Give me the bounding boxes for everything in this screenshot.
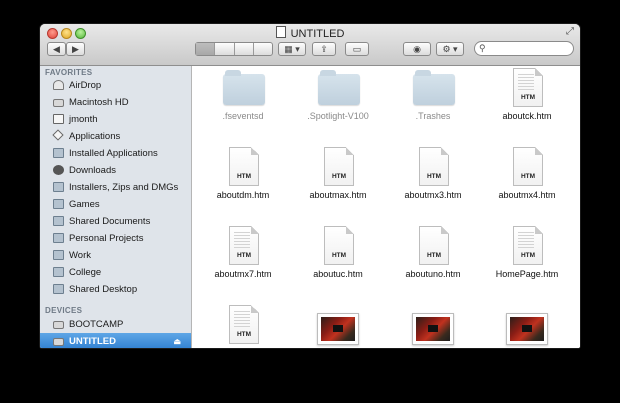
- sidebar-item-college[interactable]: College: [40, 264, 191, 281]
- sidebar-item-jmonth[interactable]: jmonth: [40, 111, 191, 128]
- htm-document-icon: HTM: [229, 226, 259, 265]
- sidebar-item-shared-desktop[interactable]: Shared Desktop: [40, 281, 191, 298]
- column-view-icon[interactable]: [233, 43, 253, 55]
- file-item[interactable]: HTM aboutmx7.htm: [196, 224, 290, 280]
- folder-icon: [53, 148, 64, 158]
- file-name: aboutuno.htm: [405, 269, 461, 279]
- quick-look-button[interactable]: ◉: [403, 42, 431, 56]
- search-icon: ⚲: [479, 43, 486, 53]
- file-item[interactable]: [480, 309, 574, 348]
- file-item[interactable]: HTM aboutmax.htm: [291, 145, 385, 201]
- folder-icon: [53, 182, 64, 192]
- sidebar-item-games[interactable]: Games: [40, 196, 191, 213]
- view-mode-segmented-control: [195, 42, 273, 56]
- sidebar-item-untitled[interactable]: UNTITLED ⏏: [40, 333, 191, 348]
- file-name: .fseventsd: [222, 111, 264, 121]
- share-button[interactable]: ⇪: [312, 42, 336, 56]
- image-thumbnail: [506, 313, 548, 345]
- list-view-icon[interactable]: [214, 43, 233, 55]
- htm-document-icon: HTM: [229, 147, 259, 186]
- sidebar-item-personal-projects[interactable]: Personal Projects: [40, 230, 191, 247]
- file-item[interactable]: [291, 309, 385, 348]
- image-thumbnail: [317, 313, 359, 345]
- htm-document-icon: HTM: [419, 147, 449, 186]
- file-name: aboutmax.htm: [309, 190, 367, 200]
- htm-document-icon: HTM: [513, 147, 543, 186]
- forward-button[interactable]: ▶: [66, 42, 85, 56]
- file-item[interactable]: .Spotlight-V100: [291, 66, 385, 122]
- folder-icon: [53, 267, 64, 277]
- htm-document-icon: HTM: [324, 147, 354, 186]
- file-icon-grid: .fseventsd .Spotlight-V100 .Trashes HTM …: [192, 66, 580, 348]
- file-name: aboutmx4.htm: [498, 190, 556, 200]
- devices-heading: DEVICES: [45, 306, 83, 315]
- applications-icon: [52, 129, 64, 141]
- back-button[interactable]: ◀: [47, 42, 66, 56]
- document-icon: [275, 26, 286, 38]
- window-title: UNTITLED: [290, 28, 345, 40]
- file-name: .Trashes: [415, 111, 451, 121]
- sidebar-item-work[interactable]: Work: [40, 247, 191, 264]
- sidebar-item-applications[interactable]: Applications: [40, 128, 191, 145]
- folder-icon: [53, 284, 64, 294]
- downloads-icon: [53, 165, 64, 175]
- folder-icon: [223, 70, 265, 105]
- title-bar: UNTITLED ⤢ ◀ ▶ ▦ ▾ ⇪ ▭ ◉ ⚙ ▾ ⚲: [40, 24, 580, 66]
- file-item[interactable]: HTM aboutmx4.htm: [480, 145, 574, 201]
- file-name: aboutmx7.htm: [214, 269, 272, 279]
- sidebar: FAVORITES AirDrop Macintosh HD jmonth Ap…: [40, 66, 192, 348]
- search-field[interactable]: ⚲: [474, 41, 574, 56]
- htm-document-icon: HTM: [513, 68, 543, 107]
- airdrop-icon: [53, 80, 64, 90]
- file-name: HomePage.htm: [495, 269, 559, 279]
- sidebar-item-installed-applications[interactable]: Installed Applications: [40, 145, 191, 162]
- folder-icon: [53, 233, 64, 243]
- folder-icon: [413, 70, 455, 105]
- window-title-area: UNTITLED: [40, 26, 580, 41]
- eject-icon[interactable]: ⏏: [173, 333, 181, 348]
- hard-drive-icon: [53, 99, 64, 107]
- folder-icon: [53, 199, 64, 209]
- file-item[interactable]: HTM: [196, 303, 290, 348]
- file-name: .Spotlight-V100: [307, 111, 369, 121]
- sidebar-item-installers[interactable]: Installers, Zips and DMGs: [40, 179, 191, 196]
- favorites-heading: FAVORITES: [45, 68, 93, 77]
- file-name: aboutmx3.htm: [404, 190, 462, 200]
- disk-icon: [53, 321, 64, 329]
- file-name: aboutdm.htm: [216, 190, 270, 200]
- icon-view-icon[interactable]: [196, 43, 215, 55]
- file-item[interactable]: HTM aboutuc.htm: [291, 224, 385, 280]
- disk-icon: [53, 338, 64, 346]
- folder-icon: [53, 216, 64, 226]
- htm-document-icon: HTM: [513, 226, 543, 265]
- home-icon: [53, 114, 64, 124]
- sidebar-item-bootcamp[interactable]: BOOTCAMP: [40, 316, 191, 333]
- file-item[interactable]: HTM aboutck.htm: [480, 66, 574, 122]
- fullscreen-icon[interactable]: ⤢: [566, 27, 574, 37]
- htm-document-icon: HTM: [229, 305, 259, 344]
- folder-icon: [53, 250, 64, 260]
- image-thumbnail: [412, 313, 454, 345]
- file-item[interactable]: HTM aboutuno.htm: [386, 224, 480, 280]
- file-item[interactable]: .fseventsd: [196, 66, 290, 122]
- tags-button[interactable]: ▭: [345, 42, 369, 56]
- htm-document-icon: HTM: [324, 226, 354, 265]
- finder-window: UNTITLED ⤢ ◀ ▶ ▦ ▾ ⇪ ▭ ◉ ⚙ ▾ ⚲ FAVORITES…: [40, 24, 580, 348]
- cover-flow-icon[interactable]: [252, 43, 272, 55]
- file-item[interactable]: HTM aboutdm.htm: [196, 145, 290, 201]
- sidebar-item-macintosh-hd[interactable]: Macintosh HD: [40, 94, 191, 111]
- file-name: aboutck.htm: [502, 111, 552, 121]
- sidebar-item-shared-documents[interactable]: Shared Documents: [40, 213, 191, 230]
- file-item[interactable]: HTM HomePage.htm: [480, 224, 574, 280]
- htm-document-icon: HTM: [419, 226, 449, 265]
- sidebar-item-downloads[interactable]: Downloads: [40, 162, 191, 179]
- file-item[interactable]: [386, 309, 480, 348]
- action-gear-button[interactable]: ⚙ ▾: [436, 42, 464, 56]
- arrange-button[interactable]: ▦ ▾: [278, 42, 306, 56]
- sidebar-item-airdrop[interactable]: AirDrop: [40, 77, 191, 94]
- file-item[interactable]: HTM aboutmx3.htm: [386, 145, 480, 201]
- file-name: aboutuc.htm: [313, 269, 363, 279]
- file-item[interactable]: .Trashes: [386, 66, 480, 122]
- folder-icon: [318, 70, 360, 105]
